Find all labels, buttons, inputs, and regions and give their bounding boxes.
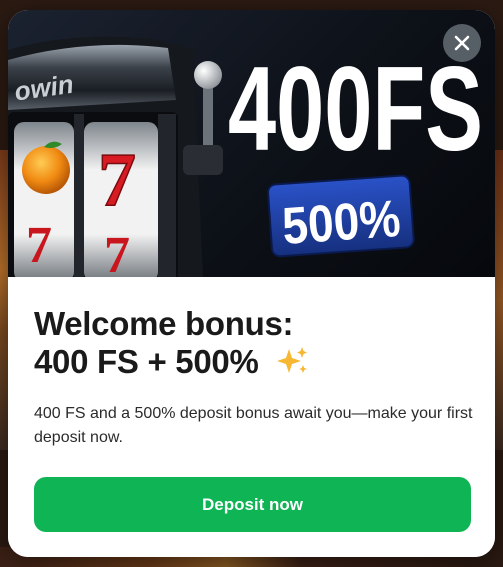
banner-headline: 400FS: [228, 42, 483, 176]
promo-banner: 7 7 7 400FS 500% owin: [8, 10, 495, 277]
deposit-now-button[interactable]: Deposit now: [34, 477, 471, 532]
svg-text:7: 7: [98, 138, 136, 222]
percent-badge: 500%: [267, 174, 415, 258]
title-line-2: 400 FS + 500%: [34, 343, 259, 380]
sparkles-icon: [275, 345, 309, 385]
title-line-1: Welcome bonus:: [34, 305, 294, 342]
svg-text:7: 7: [26, 217, 52, 274]
bonus-description: 400 FS and a 500% deposit bonus await yo…: [34, 405, 473, 446]
modal-title: Welcome bonus: 400 FS + 500%: [34, 305, 474, 385]
modal-content: Welcome bonus: 400 FS + 500% 400 FS and …: [8, 277, 495, 557]
close-button[interactable]: [443, 24, 481, 62]
welcome-bonus-modal: 7 7 7 400FS 500% owin Welcome bonus: 400…: [8, 10, 495, 557]
title-line-2-row: 400 FS + 500%: [34, 343, 474, 385]
percent-badge-text: 500%: [280, 190, 402, 256]
slot-machine-illustration: 7 7 7 400FS 500% owin: [8, 36, 483, 277]
close-icon: [454, 35, 470, 51]
svg-text:7: 7: [104, 227, 130, 277]
